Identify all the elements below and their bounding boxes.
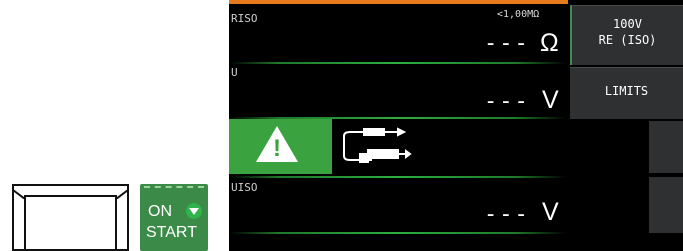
riso-unit: Ω (540, 29, 559, 57)
device-screen: RISO <1,00MΩ --- Ω U --- V ! UISO --- V … (229, 0, 683, 251)
warning-panel: ! (229, 119, 332, 174)
u-unit: V (542, 86, 559, 114)
uiso-value: --- (484, 202, 530, 227)
limits-label: LIMITS (604, 84, 649, 98)
device-bezel (12, 184, 129, 251)
riso-range: <1,00MΩ (497, 9, 540, 20)
uiso-unit: V (542, 198, 559, 226)
start-triangle-icon (186, 203, 202, 219)
start-label: START (146, 224, 197, 241)
divider (229, 62, 566, 64)
status-bar (229, 0, 568, 4)
on-label: ON (148, 203, 172, 220)
softkey-blank-2[interactable] (649, 177, 683, 233)
divider (229, 232, 566, 234)
divider (229, 176, 566, 178)
u-label: U (231, 66, 238, 79)
range-voltage: 100V (613, 17, 642, 31)
u-value: --- (484, 89, 530, 114)
riso-value: --- (484, 31, 530, 56)
limits-softkey[interactable]: LIMITS (570, 67, 683, 119)
riso-label: RISO (231, 12, 258, 25)
range-mode: RE (ISO) (598, 33, 657, 47)
test-probe-icon (343, 127, 412, 163)
on-start-button[interactable]: ON START (140, 184, 208, 251)
softkey-blank-1[interactable] (649, 121, 683, 173)
uiso-label: UISO (231, 181, 258, 194)
button-led-stripe (144, 186, 204, 193)
range-softkey[interactable]: 100V RE (ISO) (570, 5, 683, 65)
